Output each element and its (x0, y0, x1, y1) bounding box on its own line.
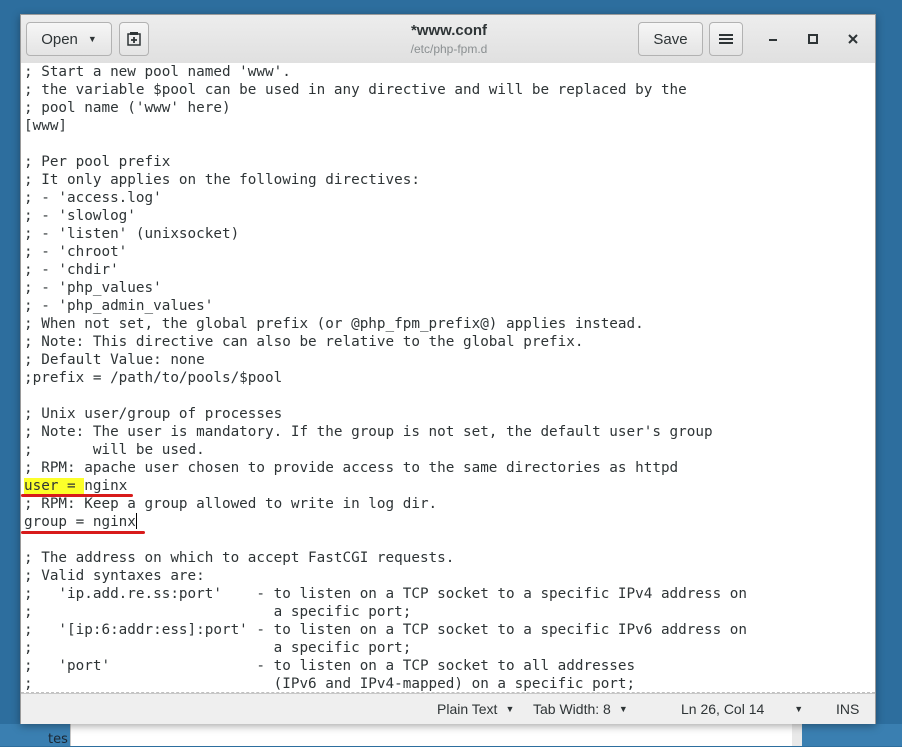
close-icon (848, 34, 858, 44)
chevron-down-icon: ▼ (505, 704, 515, 714)
save-button[interactable]: Save (638, 22, 703, 56)
status-bar: Plain Text ▼ Tab Width: 8 ▼ Ln 26, Col 1… (21, 693, 875, 724)
code-line: ; - 'php_values' (24, 280, 162, 296)
code-line: ; It only applies on the following direc… (24, 172, 420, 188)
text-editor-area[interactable]: ; Start a new pool named 'www'. ; the va… (21, 63, 875, 693)
window-title: *www.conf (410, 22, 488, 39)
code-line: ; a specific port; (24, 640, 412, 656)
code-line: ; a specific port; (24, 604, 412, 620)
code-line: ; the variable $pool can be used in any … (24, 82, 687, 98)
code-line: ; - 'chdir' (24, 262, 119, 278)
window-subtitle: /etc/php-fpm.d (410, 42, 488, 56)
code-line: ; When not set, the global prefix (or @p… (24, 316, 644, 332)
header-bar: Open ▼ *www.conf /etc/php-fpm.d Save (21, 15, 875, 64)
code-line: ; RPM: Keep a group allowed to write in … (24, 496, 438, 512)
code-line: ; - 'slowlog' (24, 208, 136, 224)
open-button-label: Open (41, 30, 78, 48)
desktop-partial-label: tes (48, 732, 68, 747)
open-button[interactable]: Open ▼ (26, 22, 112, 56)
code-line: ; '[ip:6:addr:ess]:port' - to listen on … (24, 622, 748, 638)
background-window (70, 724, 801, 746)
menu-button[interactable] (709, 22, 743, 56)
save-button-label: Save (653, 30, 688, 48)
code-line: ; Default Value: none (24, 352, 205, 368)
chevron-down-icon: ▼ (87, 34, 97, 44)
code-line: ; - 'access.log' (24, 190, 162, 206)
code-line: ; Unix user/group of processes (24, 406, 283, 422)
code-line: ; (IPv6 and IPv4-mapped) on a specific p… (24, 676, 636, 692)
insert-mode-label: INS (836, 701, 860, 717)
chevron-down-icon: ▼ (618, 704, 628, 714)
code-line: ;prefix = /path/to/pools/$pool (24, 370, 283, 386)
code-line: ; - 'chroot' (24, 244, 128, 260)
new-tab-icon (127, 32, 141, 46)
tab-width-selector[interactable]: Tab Width: 8 ▼ (533, 701, 628, 717)
group-line-text: group = nginx (24, 514, 136, 530)
maximize-icon (808, 34, 818, 44)
chevron-down-icon: ▼ (794, 704, 804, 714)
user-value: nginx (84, 478, 128, 494)
code-line-user: user = nginx (21, 477, 747, 497)
title-area: *www.conf /etc/php-fpm.d (321, 22, 577, 57)
insert-mode-indicator[interactable]: INS (836, 701, 859, 717)
code-line: [www] (24, 118, 68, 134)
maximize-button[interactable] (803, 29, 823, 49)
code-line: ; pool name ('www' here) (24, 100, 231, 116)
code-line: ; The address on which to accept FastCGI… (24, 550, 455, 566)
hamburger-menu-icon (719, 34, 733, 44)
code-line: ; RPM: apache user chosen to provide acc… (24, 460, 679, 476)
code-line: ; 'port' - to listen on a TCP socket to … (24, 658, 636, 674)
code-line-group: group = nginx (21, 513, 747, 534)
language-selector[interactable]: Plain Text ▼ (437, 701, 514, 717)
background-scrollbar (792, 724, 802, 746)
text-cursor (135, 513, 137, 529)
code-line: ; 'ip.add.re.ss:port' - to listen on a T… (24, 586, 748, 602)
highlighted-text: user = (24, 478, 85, 494)
minimize-button[interactable] (763, 29, 783, 49)
code-line: ; Per pool prefix (24, 154, 171, 170)
cursor-position-selector[interactable]: Ln 26, Col 14 ▼ (681, 701, 803, 717)
code-line: ; - 'php_admin_values' (24, 298, 214, 314)
code-line: ; Valid syntaxes are: (24, 568, 205, 584)
tab-width-label: Tab Width: 8 (533, 701, 611, 717)
gedit-window: Open ▼ *www.conf /etc/php-fpm.d Save ; S… (20, 14, 876, 724)
editor-lines: ; Start a new pool named 'www'. ; the va… (21, 63, 748, 693)
new-tab-button[interactable] (119, 22, 149, 56)
code-line: ; - 'listen' (unixsocket) (24, 226, 240, 242)
minimize-icon (769, 39, 777, 41)
language-label: Plain Text (437, 701, 498, 717)
cursor-position-label: Ln 26, Col 14 (681, 701, 765, 717)
code-line: ; will be used. (24, 442, 205, 458)
code-line: ; Note: This directive can also be relat… (24, 334, 584, 350)
code-line: ; Start a new pool named 'www'. (24, 64, 291, 80)
code-line: ; Note: The user is mandatory. If the gr… (24, 424, 713, 440)
close-button[interactable] (843, 29, 863, 49)
